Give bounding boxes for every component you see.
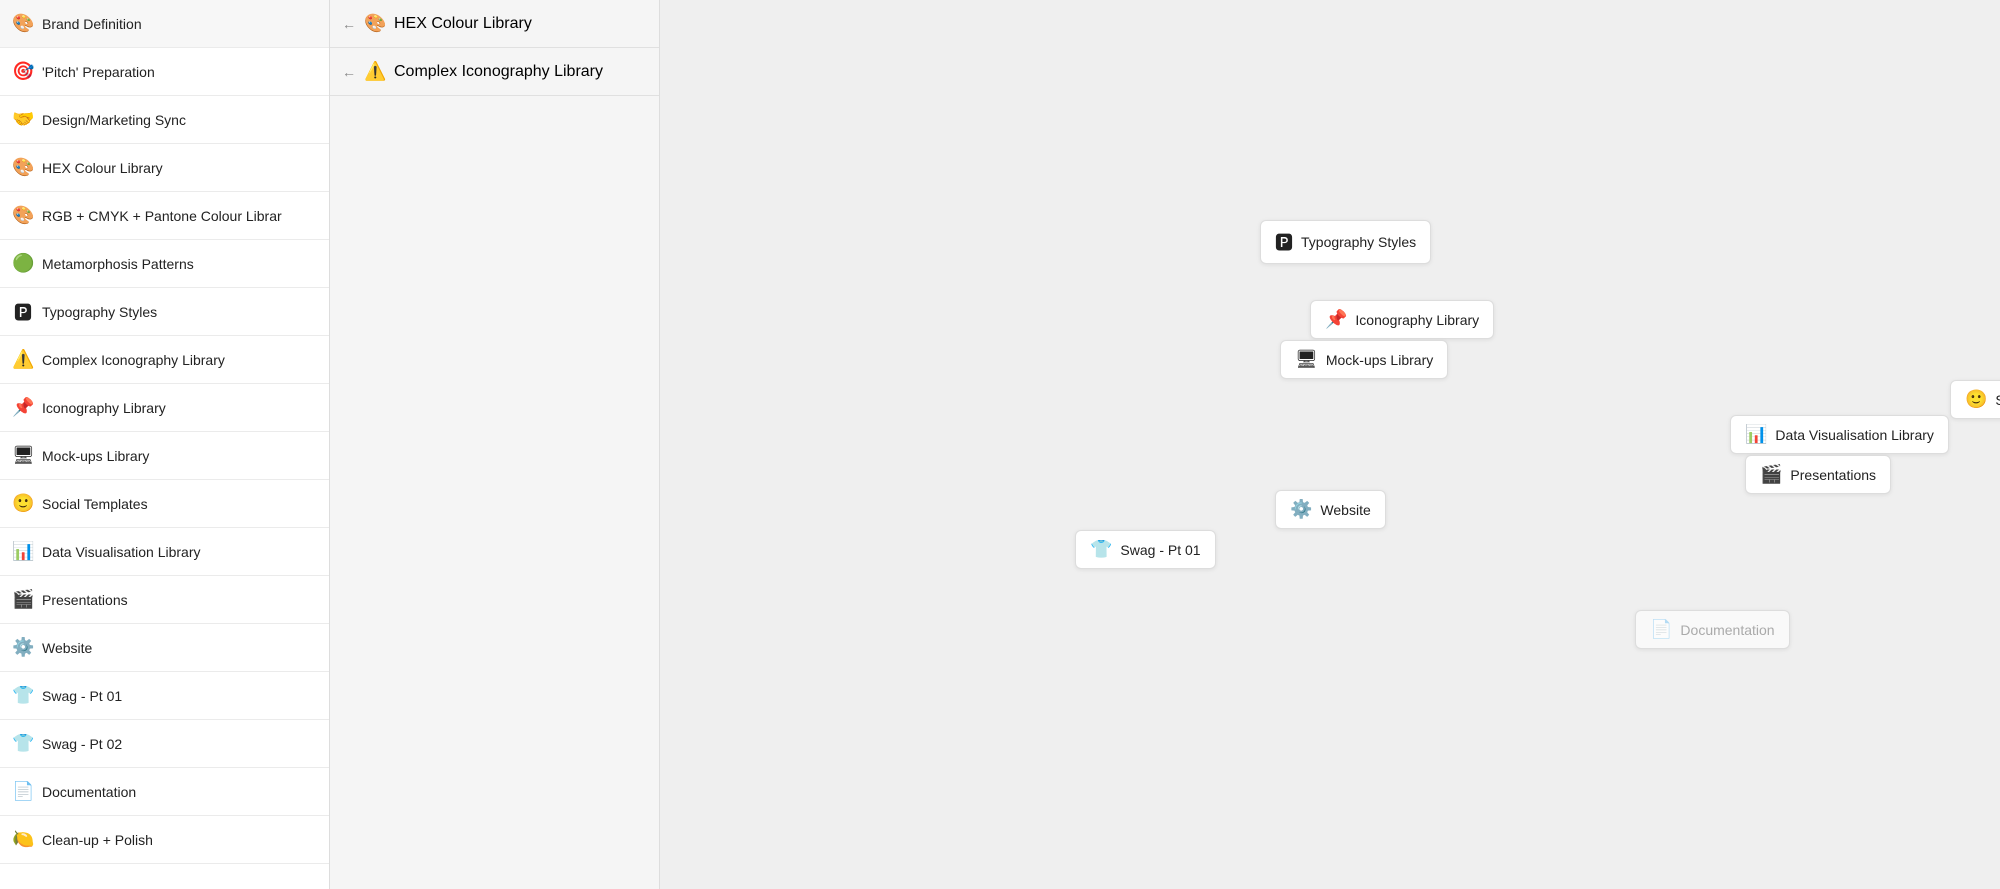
node-node-presentations-right[interactable]: 🎬 Presentations	[1745, 455, 1891, 494]
node-node-typography[interactable]: 🅿 Typography Styles	[1260, 220, 1431, 264]
complex-iconography-library-emoji: ⚠️	[12, 349, 34, 370]
col1-item-col1-complex[interactable]: ← ⚠️ Complex Iconography Library	[330, 48, 659, 96]
presentations-emoji: 🎬	[12, 589, 34, 610]
node-node-swag01[interactable]: 👕 Swag - Pt 01	[1075, 530, 1216, 569]
sidebar-item-swag-pt-02[interactable]: 👕 Swag - Pt 02	[0, 720, 329, 768]
node-typography-emoji: 🅿	[1275, 229, 1293, 255]
col1-col1-complex-label: Complex Iconography Library	[394, 63, 647, 81]
typography-styles-label: Typography Styles	[42, 304, 317, 320]
metamorphosis-patterns-emoji: 🟢	[12, 253, 34, 274]
node-iconography-emoji: 📌	[1325, 309, 1347, 330]
sidebar-item-social-templates[interactable]: 🙂 Social Templates	[0, 480, 329, 528]
presentations-label: Presentations	[42, 592, 317, 608]
data-visualisation-library-emoji: 📊	[12, 541, 34, 562]
sidebar: 🎨 Brand Definition 🎯 'Pitch' Preparation 🤝 De…	[0, 0, 330, 889]
swag-pt-02-emoji: 👕	[12, 733, 34, 754]
node-iconography-label: Iconography Library	[1355, 312, 1479, 328]
node-node-website[interactable]: ⚙️ Website	[1275, 490, 1386, 529]
col1-col1-hex-label: HEX Colour Library	[394, 15, 647, 33]
node-social-templates-right-label: Social Templates	[1995, 392, 2000, 408]
swag-pt-02-label: Swag - Pt 02	[42, 736, 317, 752]
node-node-documentation[interactable]: 📄 Documentation	[1635, 610, 1790, 649]
col1-item-col1-hex[interactable]: ← 🎨 HEX Colour Library	[330, 0, 659, 48]
canvas-area: 🅿 Typography Styles 📌 Iconography Library 🖥 M…	[660, 0, 2000, 889]
sidebar-item-rgb-cmyk-pantone[interactable]: 🎨 RGB + CMYK + Pantone Colour Librar	[0, 192, 329, 240]
node-documentation-label: Documentation	[1680, 622, 1774, 638]
node-presentations-right-label: Presentations	[1790, 467, 1876, 483]
node-website-label: Website	[1320, 502, 1370, 518]
sidebar-item-swag-pt-01[interactable]: 👕 Swag - Pt 01	[0, 672, 329, 720]
documentation-label: Documentation	[42, 784, 317, 800]
pitch-preparation-label: 'Pitch' Preparation	[42, 64, 317, 80]
hex-colour-library-label: HEX Colour Library	[42, 160, 317, 176]
sidebar-item-website[interactable]: ⚙️ Website	[0, 624, 329, 672]
node-data-vis-right-emoji: 📊	[1745, 424, 1767, 445]
node-data-vis-right-label: Data Visualisation Library	[1775, 427, 1934, 443]
sidebar-item-mockups-library[interactable]: 🖥 Mock-ups Library	[0, 432, 329, 480]
website-emoji: ⚙️	[12, 637, 34, 658]
sidebar-item-iconography-library[interactable]: 📌 Iconography Library	[0, 384, 329, 432]
sidebar-item-brand-definition[interactable]: 🎨 Brand Definition	[0, 0, 329, 48]
main-content: ← 🎨 HEX Colour Library ← ⚠️ Complex Iconograp…	[330, 0, 2000, 889]
node-website-emoji: ⚙️	[1290, 499, 1312, 520]
node-swag01-label: Swag - Pt 01	[1120, 542, 1200, 558]
swag-pt-01-emoji: 👕	[12, 685, 34, 706]
sidebar-item-data-visualisation-library[interactable]: 📊 Data Visualisation Library	[0, 528, 329, 576]
node-social-templates-right-emoji: 🙂	[1965, 389, 1987, 410]
mockups-library-label: Mock-ups Library	[42, 448, 317, 464]
cleanup-polish-label: Clean-up + Polish	[42, 832, 317, 848]
website-label: Website	[42, 640, 317, 656]
hex-colour-library-emoji: 🎨	[12, 157, 34, 178]
brand-definition-label: Brand Definition	[42, 16, 317, 32]
node-swag01-emoji: 👕	[1090, 539, 1112, 560]
typography-styles-emoji: 🅿	[12, 299, 34, 325]
sidebar-item-documentation[interactable]: 📄 Documentation	[0, 768, 329, 816]
back-arrow-icon[interactable]: ←	[342, 64, 356, 80]
node-presentations-right-emoji: 🎬	[1760, 464, 1782, 485]
node-node-social-templates-right[interactable]: 🙂 Social Templates	[1950, 380, 2000, 419]
sidebar-item-presentations[interactable]: 🎬 Presentations	[0, 576, 329, 624]
swag-pt-01-label: Swag - Pt 01	[42, 688, 317, 704]
sidebar-item-cleanup-polish[interactable]: 🍋 Clean-up + Polish	[0, 816, 329, 864]
node-documentation-emoji: 📄	[1650, 619, 1672, 640]
design-marketing-sync-emoji: 🤝	[12, 109, 34, 130]
data-visualisation-library-label: Data Visualisation Library	[42, 544, 317, 560]
rgb-cmyk-pantone-label: RGB + CMYK + Pantone Colour Librar	[42, 208, 317, 224]
node-node-mockups[interactable]: 🖥 Mock-ups Library	[1280, 340, 1448, 379]
iconography-library-label: Iconography Library	[42, 400, 317, 416]
sidebar-item-hex-colour-library[interactable]: 🎨 HEX Colour Library	[0, 144, 329, 192]
node-typography-label: Typography Styles	[1301, 234, 1416, 250]
cleanup-polish-emoji: 🍋	[12, 829, 34, 850]
pitch-preparation-emoji: 🎯	[12, 61, 34, 82]
metamorphosis-patterns-label: Metamorphosis Patterns	[42, 256, 317, 272]
sidebar-item-complex-iconography-library[interactable]: ⚠️ Complex Iconography Library	[0, 336, 329, 384]
mockups-library-emoji: 🖥	[12, 445, 34, 466]
column-panel-1: ← 🎨 HEX Colour Library ← ⚠️ Complex Iconograp…	[330, 0, 660, 889]
col1-col1-hex-emoji: 🎨	[364, 13, 386, 34]
sidebar-item-design-marketing-sync[interactable]: 🤝 Design/Marketing Sync	[0, 96, 329, 144]
complex-iconography-library-label: Complex Iconography Library	[42, 352, 317, 368]
social-templates-emoji: 🙂	[12, 493, 34, 514]
back-arrow-icon[interactable]: ←	[342, 16, 356, 32]
col1-col1-complex-emoji: ⚠️	[364, 61, 386, 82]
node-node-data-vis-right[interactable]: 📊 Data Visualisation Library	[1730, 415, 1949, 454]
iconography-library-emoji: 📌	[12, 397, 34, 418]
sidebar-item-metamorphosis-patterns[interactable]: 🟢 Metamorphosis Patterns	[0, 240, 329, 288]
canvas-nodes: 🅿 Typography Styles 📌 Iconography Library 🖥 M…	[660, 0, 2000, 889]
design-marketing-sync-label: Design/Marketing Sync	[42, 112, 317, 128]
node-mockups-label: Mock-ups Library	[1326, 352, 1433, 368]
rgb-cmyk-pantone-emoji: 🎨	[12, 205, 34, 226]
brand-definition-emoji: 🎨	[12, 13, 34, 34]
sidebar-item-pitch-preparation[interactable]: 🎯 'Pitch' Preparation	[0, 48, 329, 96]
documentation-emoji: 📄	[12, 781, 34, 802]
social-templates-label: Social Templates	[42, 496, 317, 512]
sidebar-item-typography-styles[interactable]: 🅿 Typography Styles	[0, 288, 329, 336]
node-mockups-emoji: 🖥	[1295, 349, 1318, 370]
node-node-iconography[interactable]: 📌 Iconography Library	[1310, 300, 1494, 339]
